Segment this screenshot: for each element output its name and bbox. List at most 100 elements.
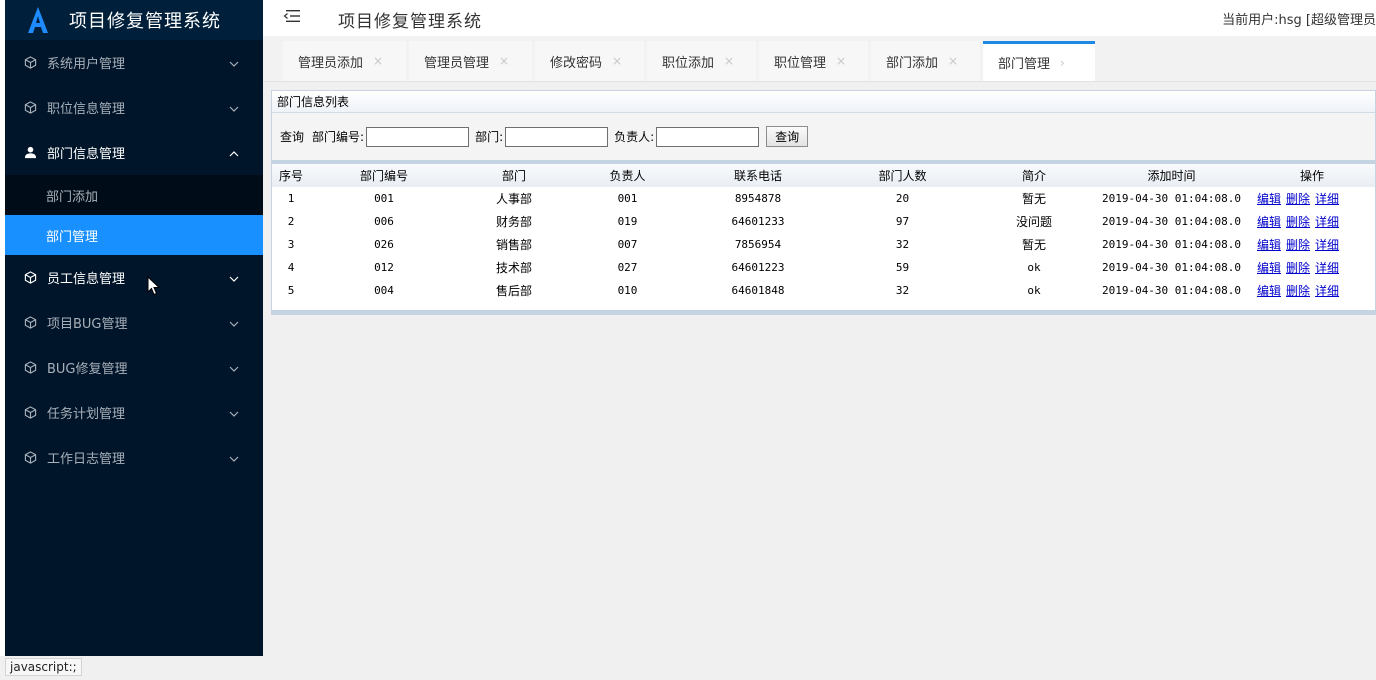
- edit-link[interactable]: 编辑: [1257, 238, 1281, 252]
- close-icon[interactable]: ×: [612, 54, 622, 68]
- detail-link[interactable]: 详细: [1315, 284, 1339, 298]
- column-header: 操作: [1249, 164, 1375, 187]
- sidebar-item-label: 员工信息管理: [47, 272, 126, 287]
- column-header: 简介: [974, 164, 1094, 187]
- cell-phone: 64601233: [731, 215, 785, 228]
- submenu-item-0[interactable]: 部门添加: [5, 175, 263, 215]
- tab-6[interactable]: 部门管理 ›: [983, 41, 1095, 81]
- chevron-down-icon: [229, 363, 239, 373]
- table-row: 4 012 技术部 027 64601223 59 ok 2019-04-30 01:04:0…: [272, 256, 1375, 279]
- table-row: 5 004 售后部 010 64601848 32 ok 2019-04-30 01:04:0…: [272, 279, 1375, 302]
- tab-2[interactable]: 修改密码 ×: [535, 41, 644, 81]
- cube-icon: [23, 101, 37, 115]
- sidebar-item-label: 项目BUG管理: [47, 317, 128, 332]
- edit-link[interactable]: 编辑: [1257, 192, 1281, 206]
- sidebar-item-6[interactable]: 任务计划管理: [5, 390, 263, 435]
- edit-link[interactable]: 编辑: [1257, 261, 1281, 275]
- delete-link[interactable]: 删除: [1286, 284, 1310, 298]
- chevron-down-icon: [229, 273, 239, 283]
- cell-intro: ok: [1027, 261, 1041, 274]
- cube-icon: [23, 451, 37, 465]
- cell-dept: 人事部: [495, 192, 532, 206]
- sidebar-item-7[interactable]: 工作日志管理: [5, 435, 263, 480]
- edit-link[interactable]: 编辑: [1257, 284, 1281, 298]
- sidebar-item-4[interactable]: 项目BUG管理: [5, 300, 263, 345]
- sidebar-item-label: BUG修复管理: [47, 362, 128, 377]
- sidebar: 项目修复管理系统 系统用户管理 职位信息管理 部门信息管理 部门添加 部门管理员工信息管…: [5, 0, 263, 656]
- tab-4[interactable]: 职位管理 ×: [759, 41, 868, 81]
- cell-no: 4: [287, 261, 295, 274]
- delete-link[interactable]: 删除: [1286, 238, 1310, 252]
- cell-leader: 007: [617, 238, 638, 251]
- status-url: javascript:;: [5, 658, 82, 676]
- tab-1[interactable]: 管理员管理 ×: [409, 41, 532, 81]
- cell-intro: ok: [1027, 284, 1041, 297]
- sidebar-item-2[interactable]: 部门信息管理: [5, 130, 263, 175]
- sidebar-item-5[interactable]: BUG修复管理: [5, 345, 263, 390]
- cell-leader: 001: [617, 192, 638, 205]
- cell-code: 001: [374, 192, 394, 205]
- sidebar-item-3[interactable]: 员工信息管理: [5, 255, 263, 300]
- detail-link[interactable]: 详细: [1315, 238, 1339, 252]
- status-bar: javascript:;: [0, 656, 1376, 680]
- column-header: 添加时间: [1094, 164, 1249, 187]
- column-header: 部门: [458, 164, 570, 187]
- leader-input[interactable]: [656, 126, 760, 147]
- tab-5[interactable]: 部门添加 ×: [871, 41, 980, 81]
- chevron-down-icon: [229, 103, 239, 113]
- chevron-down-icon: [229, 58, 239, 68]
- chevron-right-icon[interactable]: ›: [1060, 56, 1065, 70]
- cell-count: 59: [895, 261, 910, 274]
- app-root: 项目修复管理系统 系统用户管理 职位信息管理 部门信息管理 部门添加 部门管理员工信息管…: [0, 0, 1376, 680]
- close-icon[interactable]: ×: [724, 54, 734, 68]
- query-button[interactable]: 查询: [766, 126, 809, 147]
- dept-code-input[interactable]: [366, 126, 470, 147]
- column-header: 部门编号: [310, 164, 458, 187]
- table-body: 1 001 人事部 001 8954878 20 暂无 2019-04-30 01:04:08…: [272, 187, 1375, 302]
- logo[interactable]: 项目修复管理系统: [5, 0, 263, 40]
- column-header: 部门人数: [831, 164, 974, 187]
- panel-bottom-border: [272, 310, 1375, 314]
- cell-leader: 010: [617, 284, 638, 297]
- sidebar-item-1[interactable]: 职位信息管理: [5, 85, 263, 130]
- tab-label: 修改密码: [550, 55, 603, 71]
- cell-no: 1: [287, 192, 295, 205]
- delete-link[interactable]: 删除: [1286, 192, 1310, 206]
- cell-dept: 售后部: [495, 284, 532, 298]
- dept-code-label: 部门编号:: [312, 130, 365, 144]
- cube-icon: [23, 56, 37, 70]
- delete-link[interactable]: 删除: [1286, 261, 1310, 275]
- sidebar-item-label: 工作日志管理: [47, 452, 126, 467]
- close-icon[interactable]: ×: [373, 54, 383, 68]
- cell-ops: 编辑 删除 详细: [1249, 256, 1375, 279]
- sidebar-item-0[interactable]: 系统用户管理: [5, 40, 263, 85]
- edit-link[interactable]: 编辑: [1257, 215, 1281, 229]
- cube-icon: [23, 406, 37, 420]
- close-icon[interactable]: ×: [499, 54, 509, 68]
- delete-link[interactable]: 删除: [1286, 215, 1310, 229]
- detail-link[interactable]: 详细: [1315, 215, 1339, 229]
- menu-toggle-icon[interactable]: [283, 9, 301, 23]
- submenu-item-1[interactable]: 部门管理: [5, 215, 263, 255]
- column-header: 序号: [272, 164, 310, 187]
- detail-link[interactable]: 详细: [1315, 261, 1339, 275]
- tab-3[interactable]: 职位添加 ×: [647, 41, 756, 81]
- detail-link[interactable]: 详细: [1315, 192, 1339, 206]
- cell-code: 012: [374, 261, 394, 274]
- cell-intro: 没问题: [1015, 215, 1052, 229]
- cell-leader: 019: [617, 215, 638, 228]
- cell-intro: 暂无: [1021, 238, 1046, 252]
- header-title: 项目修复管理系统: [338, 12, 482, 32]
- cell-count: 97: [895, 215, 910, 228]
- tab-bar: 管理员添加 × 管理员管理 × 修改密码 × 职位添加 × 职位管理 × 部门添加 × 部门管理 ›: [263, 36, 1376, 82]
- tab-0[interactable]: 管理员添加 ×: [283, 41, 406, 81]
- cell-count: 20: [895, 192, 910, 205]
- cell-time: 2019-04-30 01:04:08.0: [1101, 284, 1242, 297]
- close-icon[interactable]: ×: [836, 54, 846, 68]
- cube-icon: [23, 361, 37, 375]
- query-prefix: 查询: [280, 130, 305, 144]
- dept-input[interactable]: [505, 126, 609, 147]
- header: 项目修复管理系统 当前用户:hsg [超级管理员: [263, 0, 1376, 36]
- cell-leader: 027: [617, 261, 638, 274]
- close-icon[interactable]: ×: [948, 54, 958, 68]
